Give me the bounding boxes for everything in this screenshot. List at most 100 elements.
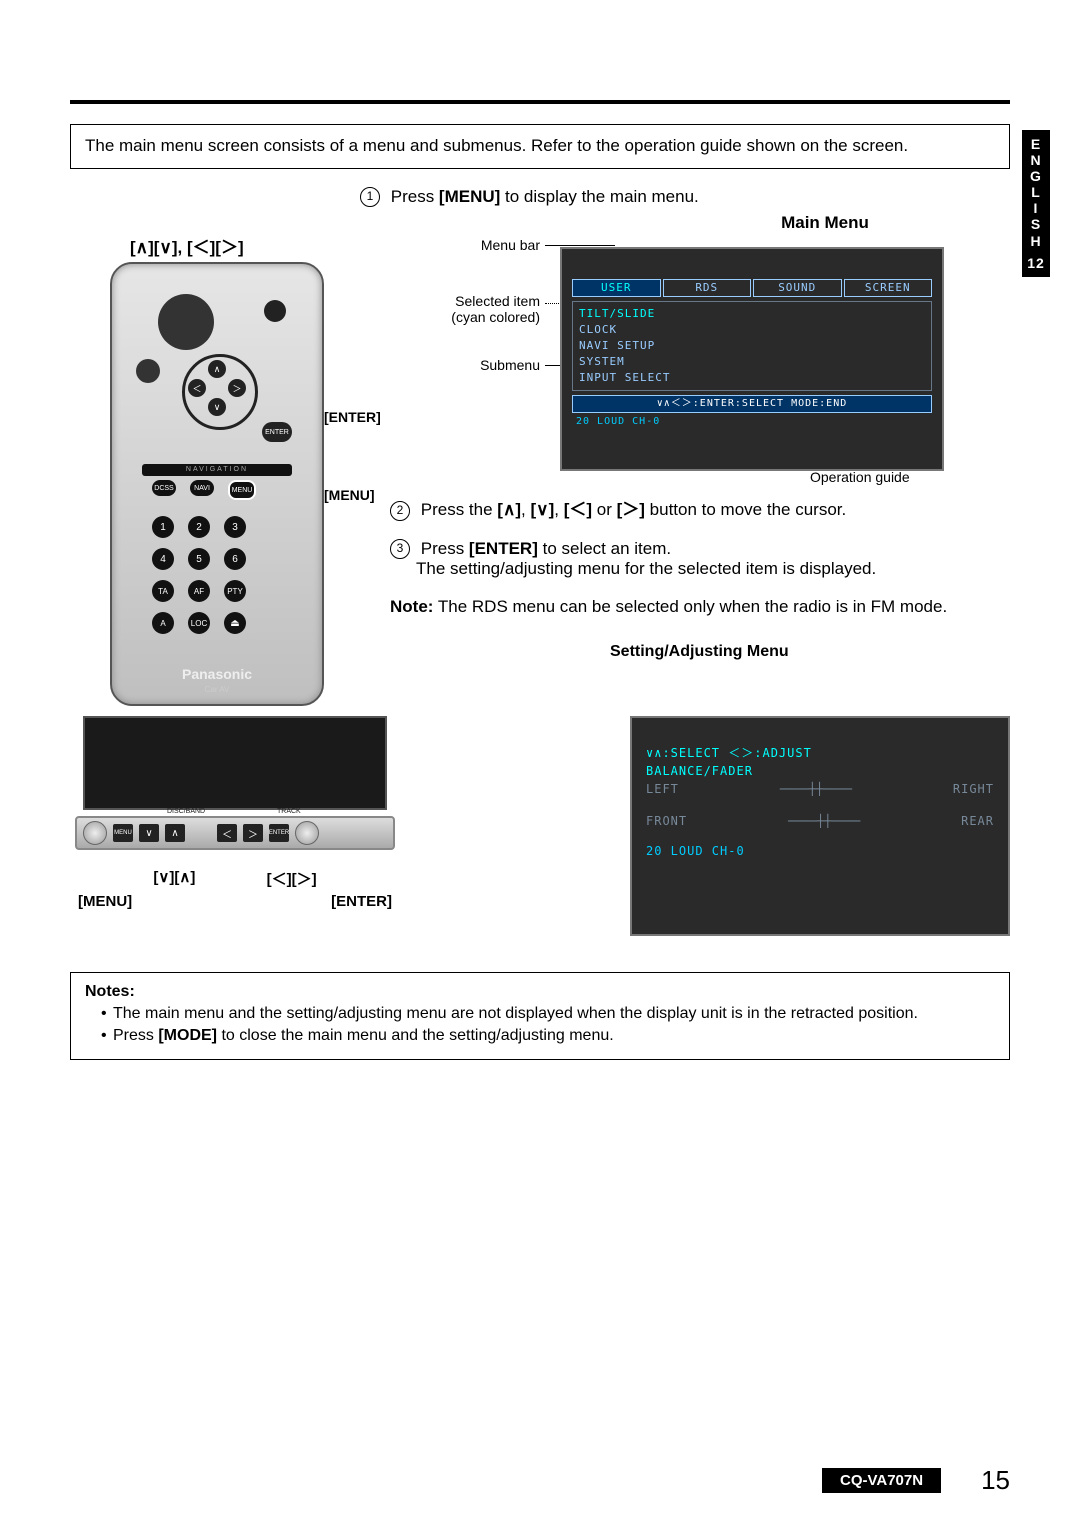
menu-callout: [MENU] <box>324 487 375 503</box>
num-2: 2 <box>188 516 210 538</box>
menu-tab-bar: USER RDS SOUND SCREEN <box>572 279 932 297</box>
note-label: Note: <box>390 597 433 616</box>
tab-user: USER <box>572 279 661 297</box>
step-1-number: 1 <box>360 187 380 207</box>
status-bar: 20 LOUD CH-0 <box>572 415 932 429</box>
num-4: 4 <box>152 548 174 570</box>
num-5: 5 <box>188 548 210 570</box>
num-row-2: 4 5 6 <box>152 548 246 570</box>
volume-rocker <box>158 294 214 350</box>
unit-enter-callout: [ENTER] <box>331 893 392 910</box>
intro-box: The main menu screen consists of a menu … <box>70 124 1010 169</box>
adjusting-screen: ∨∧:SELECT ＜＞:ADJUST BALANCE/FADER LEFT ─… <box>630 716 1010 936</box>
operation-guide-bar: ∨∧＜＞:ENTER:SELECT MODE:END <box>572 395 932 413</box>
adj-heading: BALANCE/FADER <box>646 762 994 780</box>
screen-inner: USER RDS SOUND SCREEN TILT/SLIDE CLOCK N… <box>572 279 932 429</box>
top-rule <box>70 100 1010 104</box>
unit-menu-button: MENU <box>113 824 133 842</box>
fader-rear: REAR <box>961 812 994 830</box>
step-3-a: Press <box>421 539 469 558</box>
ud-callout: [∨][∧] <box>153 868 195 889</box>
navigation-strip: NAVIGATION <box>142 464 292 476</box>
page: ENGLISH 12 The main menu screen consists… <box>0 0 1080 1526</box>
submenu-label: Submenu <box>450 357 540 373</box>
opguide-label: Operation guide <box>810 469 910 485</box>
mute-button <box>136 359 160 383</box>
row-4: A LOC ⏏ <box>152 612 246 634</box>
notes-list: The main menu and the setting/adjusting … <box>85 1005 995 1045</box>
unit-arrow-callouts: . [∨][∧] [＜][＞] . <box>78 868 392 889</box>
right-knob <box>295 821 319 845</box>
unit-down-button: ∨ <box>139 824 159 842</box>
nav-row: DCSS NAVI MENU <box>152 480 256 500</box>
num-6: 6 <box>224 548 246 570</box>
item-tilt: TILT/SLIDE <box>579 306 925 322</box>
page-number: 15 <box>981 1465 1010 1496</box>
step-3-line2: The setting/adjusting menu for the selec… <box>416 559 876 579</box>
submenu-list: TILT/SLIDE CLOCK NAVI SETUP SYSTEM INPUT… <box>572 301 932 391</box>
fader-front: FRONT <box>646 812 687 830</box>
left-knob <box>83 821 107 845</box>
unit-screen <box>83 716 387 810</box>
tab-rds: RDS <box>663 279 752 297</box>
enter-callout: [ENTER] <box>324 409 381 425</box>
num-row-1: 1 2 3 <box>152 516 246 538</box>
main-menu-screen: USER RDS SOUND SCREEN TILT/SLIDE CLOCK N… <box>560 247 944 471</box>
num-1: 1 <box>152 516 174 538</box>
step-3: 3 Press [ENTER] to select an item. The s… <box>390 539 1010 580</box>
step-2: 2 Press the [∧], [∨], [＜] or [＞] button … <box>390 495 1010 521</box>
eject-button: ⏏ <box>224 612 246 634</box>
note-line: Note: The RDS menu can be selected only … <box>390 597 1010 617</box>
menubar-label: Menu bar <box>420 237 540 253</box>
row-3: TA AF PTY <box>152 580 246 602</box>
step-1-text-a: Press <box>391 187 439 206</box>
brand-sub: Car AV <box>112 685 322 694</box>
fader-slider: ────┼┼──── <box>788 812 860 830</box>
screen-column: Main Menu Menu bar Selected item (cyan c… <box>390 213 1010 669</box>
step-2-text: Press the [∧], [∨], [＜] or [＞] button to… <box>421 500 846 519</box>
step-3-number: 3 <box>390 539 410 559</box>
note-text: The RDS menu can be selected only when t… <box>433 597 947 616</box>
tab-screen: SCREEN <box>844 279 933 297</box>
adj-guide: ∨∧:SELECT ＜＞:ADJUST <box>646 744 994 762</box>
af-button: AF <box>188 580 210 602</box>
item-input: INPUT SELECT <box>579 370 925 386</box>
adjusting-row: DISC/BAND TRACK MENU ∨ ∧ ＜ ＞ ENTER . [∨]… <box>70 716 1010 936</box>
note-2: Press [MODE] to close the main menu and … <box>101 1027 995 1045</box>
a-button: A <box>152 612 174 634</box>
adjusting-title: Setting/Adjusting Menu <box>610 643 1010 661</box>
item-clock: CLOCK <box>579 322 925 338</box>
item-navi: NAVI SETUP <box>579 338 925 354</box>
pwr-button <box>264 300 286 322</box>
step-3-b: to select an item. <box>538 539 671 558</box>
main-menu-title: Main Menu <box>640 213 1010 233</box>
lr-callout: [＜][＞] <box>267 868 317 889</box>
note-2-b: to close the main menu and the setting/a… <box>217 1027 614 1044</box>
enter-button: ENTER <box>262 422 292 442</box>
adj-status: 20 LOUD CH-0 <box>646 842 994 860</box>
step-1-text-b: to display the main menu. <box>500 187 698 206</box>
main-menu-diagram: Menu bar Selected item (cyan colored) Su… <box>390 237 1010 477</box>
head-unit-illustration: DISC/BAND TRACK MENU ∨ ∧ ＜ ＞ ENTER . [∨]… <box>70 716 400 896</box>
section-number: 12 <box>1022 255 1050 271</box>
balance-row: LEFT ────┼┼──── RIGHT <box>646 780 994 798</box>
balance-right: RIGHT <box>953 780 994 798</box>
unit-control-strip: DISC/BAND TRACK MENU ∨ ∧ ＜ ＞ ENTER <box>75 816 395 850</box>
intro-text: The main menu screen consists of a menu … <box>85 136 908 155</box>
unit-left-button: ＜ <box>217 824 237 842</box>
content-row: [∧][∨], [＜][＞] ∧ ∨ ＜ ＞ ENTER NAVIGATION … <box>70 213 1010 706</box>
remote-column: [∧][∨], [＜][＞] ∧ ∨ ＜ ＞ ENTER NAVIGATION … <box>70 213 370 706</box>
model-badge: CQ-VA707N <box>822 1468 941 1493</box>
step-1: 1 Press [MENU] to display the main menu. <box>360 187 1010 208</box>
pty-button: PTY <box>224 580 246 602</box>
notes-box: Notes: The main menu and the setting/adj… <box>70 972 1010 1060</box>
item-system: SYSTEM <box>579 354 925 370</box>
note-2-a: Press <box>113 1027 158 1044</box>
selected-label: Selected item (cyan colored) <box>410 293 540 325</box>
leader-1 <box>545 245 615 246</box>
brand-label: Panasonic <box>112 666 322 682</box>
note-2-bold: [MODE] <box>158 1027 217 1044</box>
track-label: TRACK <box>277 808 301 815</box>
unit-up-button: ∧ <box>165 824 185 842</box>
balance-left: LEFT <box>646 780 679 798</box>
